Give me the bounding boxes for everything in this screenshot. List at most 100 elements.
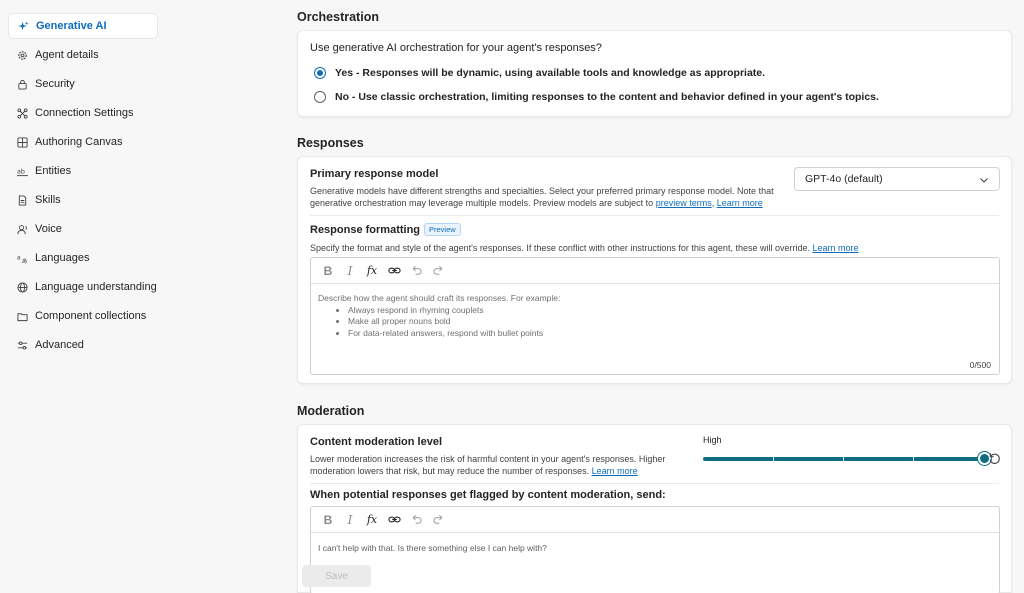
placeholder-bullet: For data-related answers, respond with b… bbox=[348, 328, 560, 340]
voice-icon bbox=[17, 224, 28, 235]
document-icon bbox=[17, 194, 28, 206]
sliders-icon bbox=[17, 340, 28, 351]
slider-tick bbox=[913, 457, 914, 461]
moderation-help-line2-wrap: moderation lowers that risk, but may red… bbox=[310, 465, 665, 477]
sidebar-item-label: Authoring Canvas bbox=[35, 136, 123, 148]
settings-sidebar: Generative AI Agent details Security Con… bbox=[0, 0, 282, 593]
sidebar-item-agent-details[interactable]: Agent details bbox=[8, 42, 158, 68]
primary-model-learn-more-link[interactable]: Learn more bbox=[717, 198, 763, 208]
italic-icon[interactable]: I bbox=[339, 261, 361, 281]
svg-text:ab: ab bbox=[17, 167, 25, 175]
moderation-help-line1: Lower moderation increases the risk of h… bbox=[310, 454, 666, 464]
slider-tick bbox=[843, 457, 844, 461]
response-formatting-editor: B I fx Describe how the agent should cra… bbox=[310, 257, 1000, 375]
response-formatting-label-wrap: Response formatting Preview bbox=[310, 223, 461, 236]
sidebar-item-component-collections[interactable]: Component collections bbox=[8, 303, 158, 329]
orchestration-option-no[interactable]: No - Use classic orchestration, limiting… bbox=[314, 91, 879, 103]
undo-icon[interactable] bbox=[405, 510, 427, 530]
formula-icon[interactable]: fx bbox=[361, 261, 383, 281]
sidebar-item-connection-settings[interactable]: Connection Settings bbox=[8, 100, 158, 126]
settings-main: Orchestration Use generative AI orchestr… bbox=[297, 0, 1012, 593]
orchestration-option-yes[interactable]: Yes - Responses will be dynamic, using a… bbox=[314, 67, 765, 79]
flagged-toolbar: B I fx bbox=[311, 507, 999, 533]
redo-icon[interactable] bbox=[427, 510, 449, 530]
moderation-card: Content moderation level Lower moderatio… bbox=[297, 424, 1012, 593]
translate-icon: aあ bbox=[17, 253, 28, 264]
sidebar-item-label: Entities bbox=[35, 165, 72, 177]
reset-icon[interactable] bbox=[988, 452, 1001, 465]
response-formatting-help: Specify the format and style of the agen… bbox=[310, 243, 810, 253]
moderation-help: Lower moderation increases the risk of h… bbox=[310, 453, 665, 477]
lock-icon bbox=[17, 79, 28, 90]
bold-icon[interactable]: B bbox=[317, 261, 339, 281]
orchestration-option-no-label: No - Use classic orchestration, limiting… bbox=[335, 91, 879, 103]
sparkle-icon bbox=[18, 20, 29, 32]
moderation-divider bbox=[310, 483, 999, 484]
svg-text:a: a bbox=[17, 254, 21, 261]
sidebar-item-entities[interactable]: ab Entities bbox=[8, 158, 158, 184]
primary-model-help-line2: generative orchestration may leverage mu… bbox=[310, 198, 654, 208]
connection-icon bbox=[17, 107, 28, 119]
primary-model-selected: GPT-4o (default) bbox=[805, 173, 883, 185]
response-formatting-label: Response formatting bbox=[310, 224, 421, 236]
gear-icon bbox=[17, 50, 28, 61]
slider-tick bbox=[773, 457, 774, 461]
sidebar-item-voice[interactable]: Voice bbox=[8, 216, 158, 242]
responses-heading: Responses bbox=[297, 136, 364, 150]
flagged-response-text[interactable]: I can't help with that. Is there somethi… bbox=[318, 543, 547, 555]
sidebar-item-language-understanding[interactable]: Language understanding bbox=[8, 274, 158, 300]
sidebar-item-authoring-canvas[interactable]: Authoring Canvas bbox=[8, 129, 158, 155]
entities-icon: ab bbox=[17, 166, 28, 177]
sidebar-item-skills[interactable]: Skills bbox=[8, 187, 158, 213]
redo-icon[interactable] bbox=[427, 261, 449, 281]
moderation-slider[interactable]: High bbox=[703, 433, 1003, 473]
radio-yes[interactable] bbox=[314, 67, 326, 79]
responses-card: Primary response model Generative models… bbox=[297, 156, 1012, 384]
primary-model-help-line1: Generative models have different strengt… bbox=[310, 186, 774, 196]
sidebar-item-label: Voice bbox=[35, 223, 62, 235]
bold-icon[interactable]: B bbox=[317, 510, 339, 530]
placeholder-bullet: Make all proper nouns bold bbox=[348, 316, 560, 328]
italic-icon[interactable]: I bbox=[339, 510, 361, 530]
sidebar-item-label: Language understanding bbox=[35, 281, 157, 293]
primary-model-help-line2-wrap: generative orchestration may leverage mu… bbox=[310, 198, 763, 208]
character-counter: 0/500 bbox=[969, 360, 991, 370]
response-formatting-placeholder[interactable]: Describe how the agent should craft its … bbox=[318, 293, 560, 339]
placeholder-bullet: Always respond in rhyming couplets bbox=[348, 305, 560, 317]
response-formatting-learn-more-link[interactable]: Learn more bbox=[813, 243, 859, 253]
grid-icon bbox=[17, 136, 28, 148]
globe-icon bbox=[17, 281, 28, 293]
link-icon[interactable] bbox=[383, 261, 405, 281]
orchestration-heading: Orchestration bbox=[297, 10, 379, 24]
moderation-level-label: Content moderation level bbox=[310, 436, 443, 448]
moderation-help-line2: moderation lowers that risk, but may red… bbox=[310, 466, 590, 476]
sidebar-item-security[interactable]: Security bbox=[8, 71, 158, 97]
formula-icon[interactable]: fx bbox=[361, 510, 383, 530]
sidebar-item-label: Advanced bbox=[35, 339, 84, 351]
placeholder-list: Always respond in rhyming couplets Make … bbox=[318, 305, 560, 340]
preview-terms-link[interactable]: preview terms bbox=[656, 198, 712, 208]
sidebar-item-label: Connection Settings bbox=[35, 107, 134, 119]
sidebar-item-label: Generative AI bbox=[36, 20, 107, 32]
moderation-heading: Moderation bbox=[297, 404, 365, 418]
chevron-down-icon bbox=[980, 178, 988, 183]
link-icon[interactable] bbox=[383, 510, 405, 530]
sidebar-item-label: Skills bbox=[35, 194, 61, 206]
sidebar-item-label: Security bbox=[35, 78, 75, 90]
sidebar-item-languages[interactable]: aあ Languages bbox=[8, 245, 158, 271]
undo-icon[interactable] bbox=[405, 261, 427, 281]
placeholder-intro: Describe how the agent should craft its … bbox=[318, 293, 561, 303]
moderation-learn-more-link[interactable]: Learn more bbox=[592, 466, 638, 476]
orchestration-option-yes-label: Yes - Responses will be dynamic, using a… bbox=[335, 67, 766, 79]
sidebar-item-label: Component collections bbox=[35, 310, 147, 322]
save-button[interactable]: Save bbox=[302, 565, 371, 587]
sidebar-item-advanced[interactable]: Advanced bbox=[8, 332, 158, 358]
folder-icon bbox=[17, 311, 28, 322]
primary-model-help: Generative models have different strengt… bbox=[310, 185, 774, 209]
formatting-toolbar: B I fx bbox=[311, 258, 999, 284]
orchestration-card: Use generative AI orchestration for your… bbox=[297, 30, 1012, 117]
radio-no[interactable] bbox=[314, 91, 326, 103]
sidebar-item-generative-ai[interactable]: Generative AI bbox=[8, 13, 158, 39]
primary-model-dropdown[interactable]: GPT-4o (default) bbox=[794, 167, 1000, 191]
responses-divider bbox=[310, 215, 999, 216]
